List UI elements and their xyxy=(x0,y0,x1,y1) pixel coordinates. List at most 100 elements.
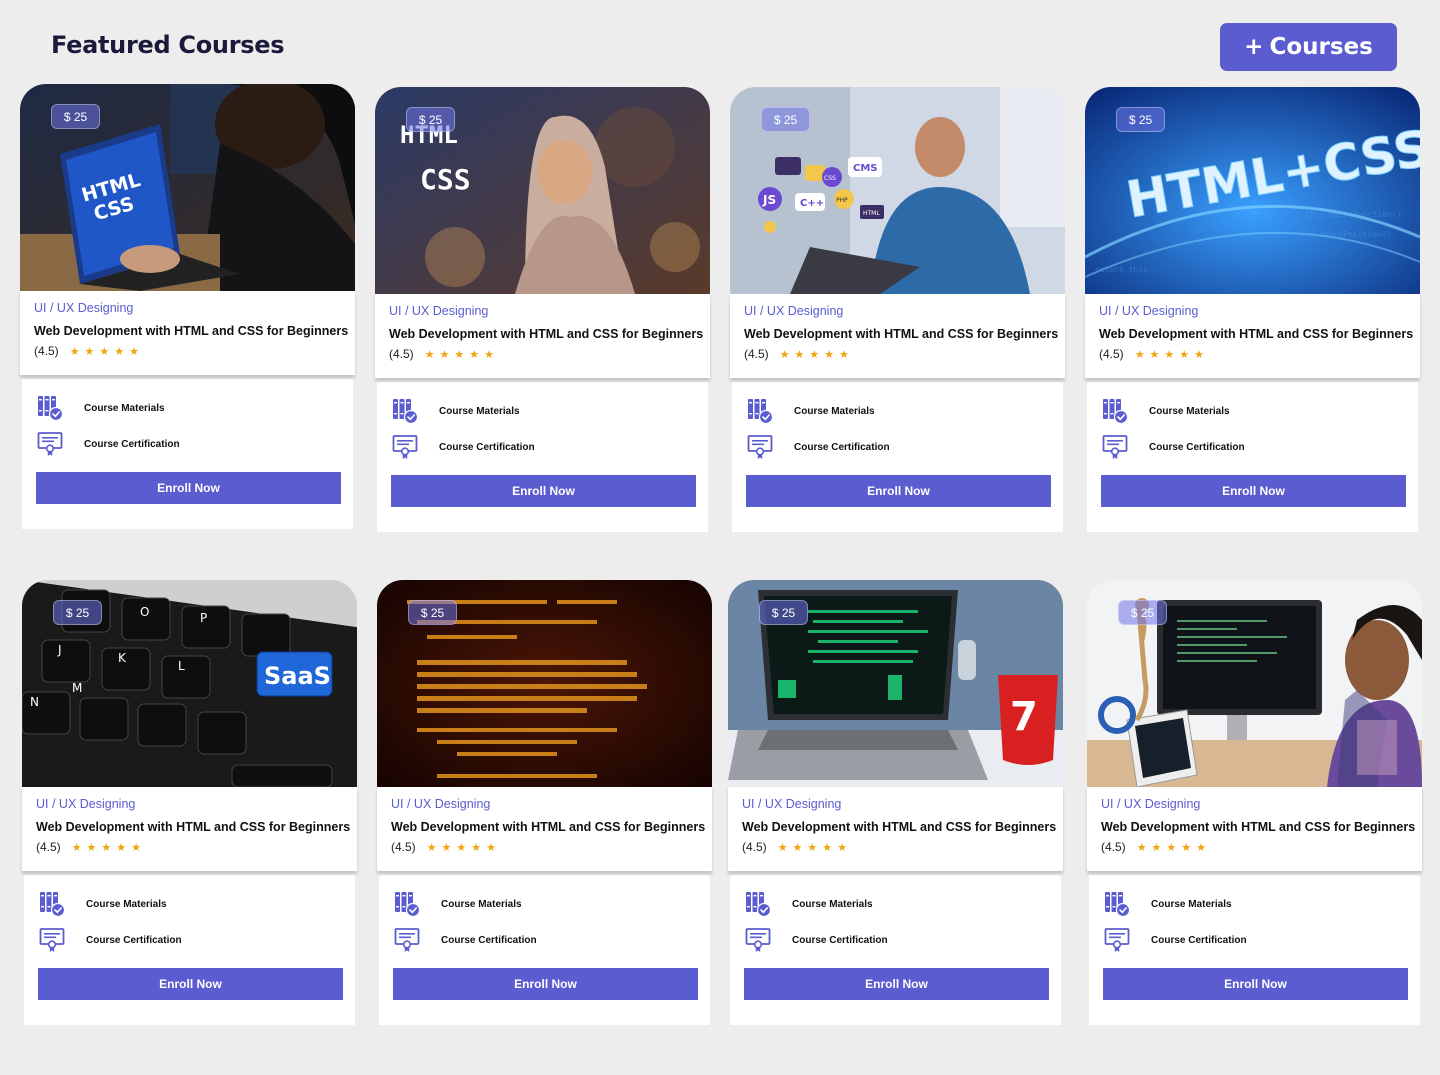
feature-label: Course Materials xyxy=(441,898,522,910)
enroll-now-button[interactable]: Enroll Now xyxy=(744,968,1049,1000)
enroll-now-button[interactable]: Enroll Now xyxy=(1103,968,1408,1000)
feature-materials: Course Materials xyxy=(1101,397,1404,425)
course-category[interactable]: UI / UX Designing xyxy=(1099,304,1406,318)
course-thumbnail[interactable]: this.each(function() this.checkPosition()… xyxy=(1085,87,1420,294)
course-card[interactable]: HTML CSS $ 25 UI / UX Designing Web Deve… xyxy=(375,87,710,532)
feature-label: Course Certification xyxy=(1151,934,1247,946)
course-info: UI / UX Designing Web Development with H… xyxy=(728,787,1063,871)
course-materials-icon xyxy=(1103,399,1129,425)
course-info: UI / UX Designing Web Development with H… xyxy=(375,294,710,378)
enroll-now-button[interactable]: Enroll Now xyxy=(391,475,696,507)
course-info: UI / UX Designing Web Development with H… xyxy=(20,291,355,375)
price-badge: $ 25 xyxy=(1116,107,1165,132)
rating-stars-icon: ★★★★★ xyxy=(69,345,144,358)
rating-row: (4.5) ★★★★★ xyxy=(36,840,343,854)
feature-certification: Course Certification xyxy=(1101,433,1404,461)
feature-label: Course Certification xyxy=(794,441,890,453)
feature-certification: Course Certification xyxy=(1103,926,1406,954)
svg-text:return this: return this xyxy=(1095,265,1148,274)
course-title[interactable]: Web Development with HTML and CSS for Be… xyxy=(391,820,705,834)
course-title[interactable]: Web Development with HTML and CSS for Be… xyxy=(1099,327,1413,341)
feature-label: Course Materials xyxy=(794,405,875,417)
thumb-tag-html: HTML xyxy=(863,210,880,217)
course-card[interactable]: $ 25 UI / UX Designing Web Development w… xyxy=(377,580,712,1025)
rating-row: (4.5) ★★★★★ xyxy=(34,344,341,358)
add-course-button[interactable]: + Courses xyxy=(1220,23,1397,71)
feature-label: Course Materials xyxy=(792,898,873,910)
rating-row: (4.5) ★★★★★ xyxy=(391,840,698,854)
course-details: Course Materials Course Certification En… xyxy=(22,379,353,529)
course-card[interactable]: 7 $ 25 UI / UX Designing Web Development… xyxy=(728,580,1063,1025)
course-title[interactable]: Web Development with HTML and CSS for Be… xyxy=(742,820,1056,834)
certification-icon xyxy=(39,928,65,952)
course-title[interactable]: Web Development with HTML and CSS for Be… xyxy=(389,327,703,341)
thumb-tag-php: PHP xyxy=(836,197,848,204)
feature-materials: Course Materials xyxy=(38,890,341,918)
course-thumbnail[interactable]: HTML CSS $ 25 xyxy=(20,84,355,291)
rating-value: (4.5) xyxy=(1101,840,1126,854)
course-card[interactable]: $ 25 UI / UX Designing Web Development w… xyxy=(1087,580,1422,1025)
svg-text:this.checkPosition(): this.checkPosition() xyxy=(1295,230,1391,239)
course-category[interactable]: UI / UX Designing xyxy=(1101,797,1408,811)
feature-materials: Course Materials xyxy=(391,397,694,425)
price-badge: $ 25 xyxy=(408,600,457,625)
rating-row: (4.5) ★★★★★ xyxy=(744,347,1051,361)
price-badge: $ 25 xyxy=(759,600,808,625)
rating-value: (4.5) xyxy=(36,840,61,854)
feature-label: Course Certification xyxy=(1149,441,1245,453)
feature-label: Course Certification xyxy=(86,934,182,946)
course-category[interactable]: UI / UX Designing xyxy=(391,797,698,811)
feature-certification: Course Certification xyxy=(744,926,1047,954)
course-materials-icon xyxy=(748,399,774,425)
feature-materials: Course Materials xyxy=(744,890,1047,918)
feature-materials: Course Materials xyxy=(36,394,339,422)
course-details: Course Materials Course Certification En… xyxy=(24,875,355,1025)
enroll-now-button[interactable]: Enroll Now xyxy=(393,968,698,1000)
feature-label: Course Certification xyxy=(84,438,180,450)
course-category[interactable]: UI / UX Designing xyxy=(36,797,343,811)
certification-icon xyxy=(394,928,420,952)
enroll-now-button[interactable]: Enroll Now xyxy=(36,472,341,504)
enroll-now-button[interactable]: Enroll Now xyxy=(746,475,1051,507)
price-badge: $ 25 xyxy=(53,600,102,625)
course-details: Course Materials Course Certification En… xyxy=(1089,875,1420,1025)
course-card[interactable]: HTML CSS $ 25 UI / UX Designing Web Deve… xyxy=(20,84,355,529)
svg-text:L: L xyxy=(178,659,185,673)
course-thumbnail[interactable]: SaaS O P J K L N M $ 25 xyxy=(22,580,357,787)
price-badge: $ 25 xyxy=(1118,600,1167,625)
course-thumbnail[interactable]: 7 $ 25 xyxy=(728,580,1063,787)
feature-certification: Course Certification xyxy=(38,926,341,954)
course-materials-icon xyxy=(40,892,66,918)
course-category[interactable]: UI / UX Designing xyxy=(742,797,1049,811)
course-thumbnail[interactable]: HTML CSS $ 25 xyxy=(375,87,710,294)
course-category[interactable]: UI / UX Designing xyxy=(389,304,696,318)
svg-text:P: P xyxy=(200,611,207,625)
thumb-text-css: CSS xyxy=(420,163,471,196)
feature-label: Course Materials xyxy=(1151,898,1232,910)
course-thumbnail[interactable]: $ 25 xyxy=(377,580,712,787)
rating-value: (4.5) xyxy=(742,840,767,854)
course-category[interactable]: UI / UX Designing xyxy=(744,304,1051,318)
rating-stars-icon: ★★★★★ xyxy=(1136,841,1211,854)
course-title[interactable]: Web Development with HTML and CSS for Be… xyxy=(34,324,348,338)
rating-value: (4.5) xyxy=(1099,347,1124,361)
course-title[interactable]: Web Development with HTML and CSS for Be… xyxy=(36,820,350,834)
enroll-now-button[interactable]: Enroll Now xyxy=(1101,475,1406,507)
rating-stars-icon: ★★★★★ xyxy=(426,841,501,854)
course-thumbnail[interactable]: CMS CSS C++ PHP HTML JS $ 25 xyxy=(730,87,1065,294)
course-thumbnail[interactable]: $ 25 xyxy=(1087,580,1422,787)
certification-icon xyxy=(1104,928,1130,952)
course-details: Course Materials Course Certification En… xyxy=(379,875,710,1025)
course-title[interactable]: Web Development with HTML and CSS for Be… xyxy=(1101,820,1415,834)
course-title[interactable]: Web Development with HTML and CSS for Be… xyxy=(744,327,1058,341)
rating-value: (4.5) xyxy=(389,347,414,361)
course-category[interactable]: UI / UX Designing xyxy=(34,301,341,315)
thumb-text-saas: SaaS xyxy=(264,662,331,690)
course-card[interactable]: this.each(function() this.checkPosition()… xyxy=(1085,87,1420,532)
course-info: UI / UX Designing Web Development with H… xyxy=(730,294,1065,378)
course-card[interactable]: CMS CSS C++ PHP HTML JS $ 25 UI / UX Des… xyxy=(730,87,1065,532)
course-info: UI / UX Designing Web Development with H… xyxy=(377,787,712,871)
enroll-now-button[interactable]: Enroll Now xyxy=(38,968,343,1000)
course-card[interactable]: SaaS O P J K L N M $ 25 UI / UX Designing Web … xyxy=(22,580,357,1025)
rating-stars-icon: ★★★★★ xyxy=(71,841,146,854)
